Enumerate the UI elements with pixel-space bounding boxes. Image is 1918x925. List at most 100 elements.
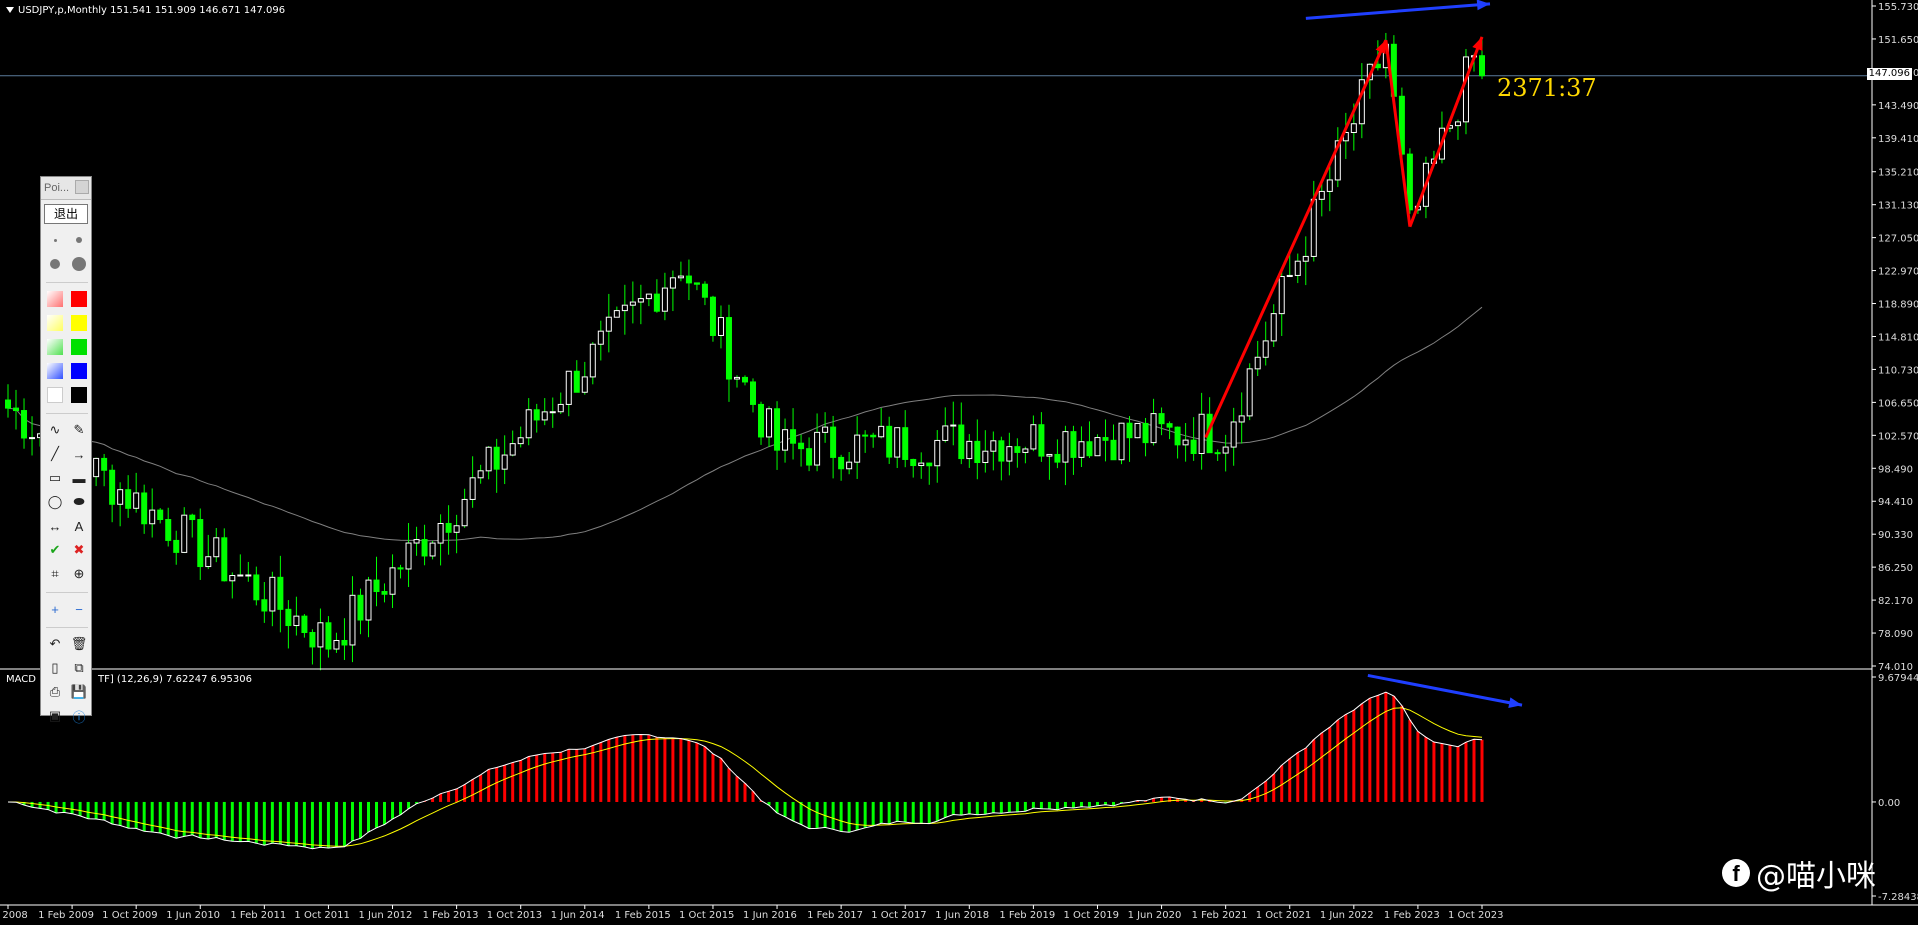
candle-body xyxy=(838,456,845,470)
candle xyxy=(950,401,957,446)
candle xyxy=(1038,412,1045,462)
candle-body xyxy=(661,287,668,312)
candle xyxy=(285,600,292,649)
dot-large-icon[interactable] xyxy=(43,252,67,276)
candle-body xyxy=(413,539,420,544)
filled-rectangle-icon[interactable]: ▬ xyxy=(67,466,91,490)
dropdown-icon[interactable] xyxy=(6,7,14,13)
red-swatch[interactable] xyxy=(67,287,91,311)
candle-body xyxy=(325,622,332,650)
paint-toolbar[interactable]: Poi... 退出 ∿ ✎ ╱ → ▭ ▬ ◯ ⬬ ↔ A ✔ ✖ ⌗ ⊕ + − ↶ 🗑 ▯ ⧉ ⎙ 💾 ▣ ⓘ xyxy=(40,176,92,725)
candle xyxy=(1334,127,1341,188)
candle xyxy=(1126,416,1133,462)
candle-body xyxy=(261,599,268,612)
candle xyxy=(758,401,765,445)
dot-xlarge-icon[interactable] xyxy=(67,252,91,276)
close-icon[interactable] xyxy=(75,180,89,194)
new-page-icon[interactable]: ▯ xyxy=(43,656,67,680)
candle-body xyxy=(205,556,212,568)
candle-body xyxy=(141,492,148,525)
time-tick-label: 1 Feb 2021 xyxy=(1192,910,1248,921)
price-tick-label: 86.250 xyxy=(1878,563,1913,574)
time-tick-label: 1 Oct 2019 xyxy=(1063,910,1118,921)
check-icon[interactable]: ✔ xyxy=(43,538,67,562)
blue-light-swatch[interactable] xyxy=(43,359,67,383)
candle xyxy=(1462,48,1469,135)
candle-body xyxy=(918,462,925,467)
trash-icon[interactable]: 🗑 xyxy=(67,632,91,656)
candle-body xyxy=(1174,426,1181,446)
candle xyxy=(1006,432,1013,476)
candle-body xyxy=(1150,413,1157,444)
double-arrow-icon[interactable]: ↔ xyxy=(43,514,67,538)
plus-icon[interactable]: + xyxy=(43,597,67,621)
candle xyxy=(1238,392,1245,444)
white-swatch[interactable] xyxy=(43,383,67,407)
freehand-icon[interactable]: ∿ xyxy=(43,418,67,442)
time-tick-label: 1 Jun 2016 xyxy=(743,910,797,921)
green-light-swatch[interactable] xyxy=(43,335,67,359)
candle xyxy=(109,464,116,523)
yellow-light-swatch[interactable] xyxy=(43,311,67,335)
candle xyxy=(429,540,436,560)
candle xyxy=(1102,419,1109,462)
price-tick-label: 110.730 xyxy=(1878,365,1918,376)
candle-body xyxy=(317,622,324,648)
candle-body xyxy=(1262,340,1269,358)
blue-swatch[interactable] xyxy=(67,359,91,383)
arrow-icon[interactable]: → xyxy=(67,442,91,466)
candle xyxy=(141,484,148,534)
print-icon[interactable]: ⎙ xyxy=(43,680,67,704)
black-swatch[interactable] xyxy=(67,383,91,407)
text-icon[interactable]: A xyxy=(67,514,91,538)
blue-price-divergence-arrow xyxy=(1305,2,1491,20)
candle xyxy=(1158,407,1165,436)
copy-icon[interactable]: ⧉ xyxy=(67,656,91,680)
toolbar-title[interactable]: Poi... xyxy=(41,177,91,200)
line-icon[interactable]: ╱ xyxy=(43,442,67,466)
moving-average-line xyxy=(7,306,1483,542)
chart-canvas[interactable]: 155.730151.650147.570143.490139.410135.2… xyxy=(0,0,1918,925)
candle-body xyxy=(309,632,316,648)
zoom-icon[interactable]: ⊕ xyxy=(67,562,91,586)
filled-ellipse-icon[interactable]: ⬬ xyxy=(67,490,91,514)
red-trend-arrow-3-head xyxy=(1472,36,1483,51)
candle-body xyxy=(93,457,100,478)
dot-medium-icon[interactable] xyxy=(67,228,91,252)
candle-body xyxy=(149,509,156,525)
price-tick-label: 139.410 xyxy=(1878,134,1918,145)
candle xyxy=(1198,392,1205,470)
candle-body xyxy=(565,370,572,405)
crop-icon[interactable]: ⌗ xyxy=(43,562,67,586)
candle xyxy=(1326,166,1333,212)
candle-body xyxy=(1102,437,1109,441)
candle xyxy=(1182,423,1189,462)
candle-body xyxy=(862,434,869,437)
candle xyxy=(1118,422,1125,465)
candle xyxy=(365,576,372,638)
candle xyxy=(589,342,596,385)
screenshot-icon[interactable]: ▣ xyxy=(43,704,67,728)
candle-body xyxy=(934,439,941,467)
yellow-swatch[interactable] xyxy=(67,311,91,335)
candle xyxy=(541,398,548,426)
ellipse-icon[interactable]: ◯ xyxy=(43,490,67,514)
candle-body xyxy=(373,579,380,593)
eraser-icon[interactable]: ✎ xyxy=(67,418,91,442)
price-tick-label: 106.650 xyxy=(1878,398,1918,409)
candle-body xyxy=(958,424,965,460)
candle-body xyxy=(533,409,540,421)
cross-icon[interactable]: ✖ xyxy=(67,538,91,562)
red-light-swatch[interactable] xyxy=(43,287,67,311)
candle xyxy=(453,514,460,554)
save-icon[interactable]: 💾 xyxy=(67,680,91,704)
price-tick-label: 74.010 xyxy=(1878,662,1913,673)
dot-small-icon[interactable] xyxy=(43,228,67,252)
exit-button[interactable]: 退出 xyxy=(44,204,88,224)
undo-icon[interactable]: ↶ xyxy=(43,632,67,656)
rectangle-icon[interactable]: ▭ xyxy=(43,466,67,490)
red-trend-arrow-1 xyxy=(1204,39,1388,439)
info-icon[interactable]: ⓘ xyxy=(67,704,91,728)
minus-icon[interactable]: − xyxy=(67,597,91,621)
green-swatch[interactable] xyxy=(67,335,91,359)
